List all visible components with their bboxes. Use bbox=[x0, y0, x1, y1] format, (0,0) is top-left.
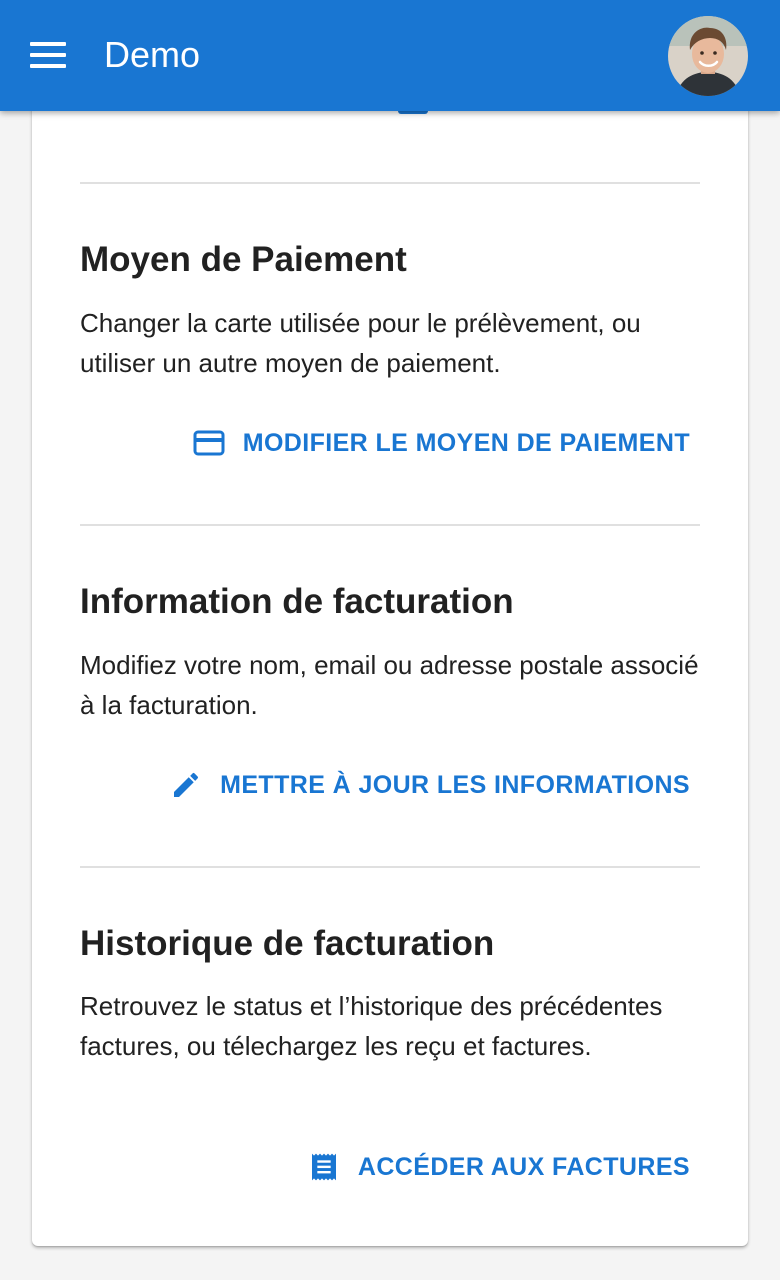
update-information-label: METTRE À JOUR LES INFORMATIONS bbox=[220, 771, 690, 799]
update-information-button[interactable]: METTRE À JOUR LES INFORMATIONS bbox=[170, 765, 690, 805]
payment-method-description: Changer la carte utilisée pour le prélèv… bbox=[80, 308, 641, 378]
billing-history-description: Retrouvez le status et l’historique des … bbox=[80, 991, 663, 1061]
billing-history-title: Historique de facturation bbox=[80, 924, 495, 963]
receipt-icon bbox=[308, 1151, 340, 1183]
divider bbox=[80, 182, 700, 184]
avatar[interactable] bbox=[668, 16, 748, 96]
pencil-icon bbox=[170, 769, 202, 801]
app-title: Demo bbox=[104, 34, 201, 75]
user-avatar-icon bbox=[668, 16, 748, 96]
hamburger-menu-icon[interactable] bbox=[28, 40, 68, 70]
billing-information-description: Modifiez votre nom, email ou adresse pos… bbox=[80, 650, 699, 720]
payment-method-title: Moyen de Paiement bbox=[80, 240, 407, 279]
access-invoices-label: ACCÉDER AUX FACTURES bbox=[357, 1153, 690, 1181]
divider bbox=[80, 524, 700, 526]
access-invoices-button[interactable]: ACCÉDER AUX FACTURES bbox=[308, 1147, 690, 1187]
credit-card-icon bbox=[193, 430, 225, 456]
app-bar: Demo bbox=[0, 0, 780, 111]
divider bbox=[80, 866, 700, 868]
billing-card: Moyen de Paiement Changer la carte utili… bbox=[32, 80, 748, 1246]
modify-payment-method-label: MODIFIER LE MOYEN DE PAIEMENT bbox=[242, 429, 690, 457]
modify-payment-method-button[interactable]: MODIFIER LE MOYEN DE PAIEMENT bbox=[193, 423, 690, 463]
billing-information-title: Information de facturation bbox=[80, 582, 514, 621]
